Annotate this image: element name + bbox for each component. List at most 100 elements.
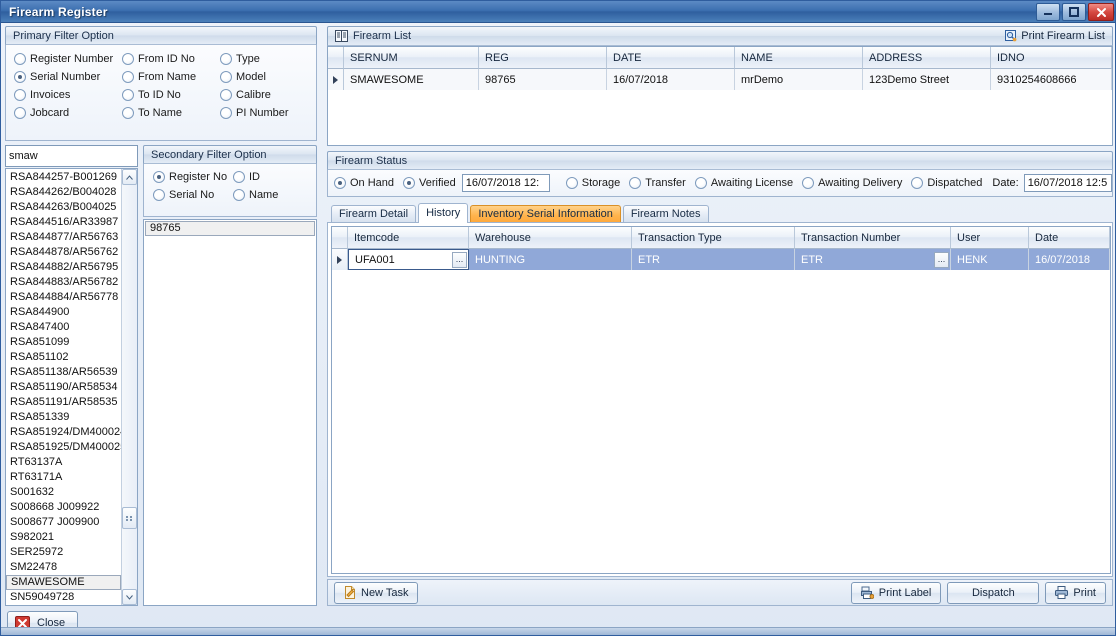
- primary-option-from-id-no[interactable]: From ID No: [122, 53, 220, 65]
- status-option-verified[interactable]: Verified: [403, 177, 456, 189]
- status-option-dispatched[interactable]: Dispatched: [911, 177, 982, 189]
- cell-name[interactable]: mrDemo: [735, 69, 863, 90]
- cell-idno[interactable]: 9310254608666: [991, 69, 1112, 90]
- list-item[interactable]: SM22478: [6, 560, 121, 575]
- column-header-warehouse[interactable]: Warehouse: [469, 227, 632, 249]
- list-item[interactable]: RSA844877/AR56763: [6, 230, 121, 245]
- tab-firearm-detail[interactable]: Firearm Detail: [331, 205, 417, 223]
- itemcode-ellipsis-button[interactable]: ...: [452, 251, 467, 268]
- firearm-list-grid[interactable]: SERNUM REG DATE NAME ADDRESS IDNO SMAWES…: [327, 46, 1113, 146]
- print-button[interactable]: Print: [1045, 581, 1106, 604]
- column-header-idno[interactable]: IDNO: [991, 47, 1112, 69]
- column-header-transaction-type[interactable]: Transaction Type: [632, 227, 795, 249]
- primary-option-from-name[interactable]: From Name: [122, 71, 220, 83]
- list-item[interactable]: RT63171A: [6, 470, 121, 485]
- verified-date-input[interactable]: [461, 174, 550, 192]
- primary-option-invoices[interactable]: Invoices: [14, 89, 122, 101]
- search-input[interactable]: [5, 145, 138, 167]
- cell-user[interactable]: HENK: [951, 249, 1029, 270]
- primary-option-serial-number[interactable]: Serial Number: [14, 71, 122, 83]
- status-option-awaiting-delivery[interactable]: Awaiting Delivery: [802, 177, 902, 189]
- secondary-option-register-no[interactable]: Register No: [153, 171, 233, 183]
- column-header-date[interactable]: Date: [1029, 227, 1110, 249]
- table-row[interactable]: UFA001 ... HUNTING ETR ETR ... HENK 16/0…: [332, 249, 1110, 270]
- secondary-results-list[interactable]: 98765: [143, 219, 317, 606]
- list-item[interactable]: RT63137A: [6, 455, 121, 470]
- list-item[interactable]: RSA844516/AR33987: [6, 215, 121, 230]
- column-header-sernum[interactable]: SERNUM: [344, 47, 479, 69]
- column-header-address[interactable]: ADDRESS: [863, 47, 991, 69]
- tab-firearm-notes[interactable]: Firearm Notes: [622, 205, 709, 223]
- dispatch-button[interactable]: Dispatch: [947, 581, 1040, 604]
- print-firearm-list-button[interactable]: Print Firearm List: [1005, 30, 1105, 42]
- list-item[interactable]: S982021: [6, 530, 121, 545]
- minimize-button[interactable]: [1036, 3, 1060, 21]
- list-item[interactable]: RSA844882/AR56795: [6, 260, 121, 275]
- cell-reg[interactable]: 98765: [479, 69, 607, 90]
- dispatch-date-input[interactable]: [1023, 174, 1112, 192]
- list-item[interactable]: RSA851925/DM400025: [6, 440, 121, 455]
- secondary-list-item-selected[interactable]: 98765: [145, 221, 315, 236]
- search-results-list[interactable]: RSA844257-B001269 RSA844262/B004028 RSA8…: [5, 168, 138, 606]
- primary-option-model[interactable]: Model: [220, 71, 320, 83]
- column-header-name[interactable]: NAME: [735, 47, 863, 69]
- table-row[interactable]: SMAWESOME 98765 16/07/2018 mrDemo 123Dem…: [328, 69, 1112, 90]
- column-header-itemcode[interactable]: Itemcode: [348, 227, 469, 249]
- list-item[interactable]: S008668 J009922: [6, 500, 121, 515]
- list-item[interactable]: S008677 J009900: [6, 515, 121, 530]
- list-item[interactable]: RSA844900: [6, 305, 121, 320]
- cell-transaction-type[interactable]: ETR: [632, 249, 795, 270]
- secondary-option-name[interactable]: Name: [233, 189, 313, 201]
- column-header-user[interactable]: User: [951, 227, 1029, 249]
- primary-option-to-id-no[interactable]: To ID No: [122, 89, 220, 101]
- cell-sernum[interactable]: SMAWESOME: [344, 69, 479, 90]
- list-item[interactable]: RSA844878/AR56762: [6, 245, 121, 260]
- scroll-thumb[interactable]: [122, 507, 137, 529]
- list-item[interactable]: SER25972: [6, 545, 121, 560]
- primary-option-jobcard[interactable]: Jobcard: [14, 107, 122, 119]
- secondary-option-id[interactable]: ID: [233, 171, 313, 183]
- primary-option-calibre[interactable]: Calibre: [220, 89, 320, 101]
- list-item[interactable]: S001632: [6, 485, 121, 500]
- results-scrollbar[interactable]: [121, 169, 137, 605]
- scroll-down-button[interactable]: [122, 589, 137, 605]
- print-label-button[interactable]: Print Label: [850, 581, 942, 604]
- list-item[interactable]: RSA851924/DM400024: [6, 425, 121, 440]
- list-item[interactable]: RSA844883/AR56782: [6, 275, 121, 290]
- list-item[interactable]: RSA851102: [6, 350, 121, 365]
- list-item[interactable]: RSA844263/B004025: [6, 200, 121, 215]
- primary-option-register-number[interactable]: Register Number: [14, 53, 122, 65]
- list-item-selected[interactable]: SMAWESOME: [6, 575, 121, 590]
- cell-date[interactable]: 16/07/2018: [1029, 249, 1110, 270]
- status-option-awaiting-license[interactable]: Awaiting License: [694, 177, 793, 189]
- tab-history[interactable]: History: [418, 203, 469, 223]
- column-header-transaction-number[interactable]: Transaction Number: [795, 227, 951, 249]
- list-item[interactable]: RSA844884/AR56778: [6, 290, 121, 305]
- history-grid[interactable]: Itemcode Warehouse Transaction Type Tran…: [331, 226, 1111, 574]
- list-item[interactable]: RSA851191/AR58535: [6, 395, 121, 410]
- primary-option-pi-number[interactable]: PI Number: [220, 107, 320, 119]
- maximize-button[interactable]: [1062, 3, 1086, 21]
- status-option-on-hand[interactable]: On Hand: [334, 177, 394, 189]
- cell-address[interactable]: 123Demo Street: [863, 69, 991, 90]
- list-item[interactable]: RSA851099: [6, 335, 121, 350]
- column-header-date[interactable]: DATE: [607, 47, 735, 69]
- list-item[interactable]: RSA847400: [6, 320, 121, 335]
- list-item[interactable]: RSA851138/AR56539: [6, 365, 121, 380]
- new-task-button[interactable]: New Task: [334, 581, 419, 604]
- cell-warehouse[interactable]: HUNTING: [469, 249, 632, 270]
- list-item[interactable]: RSA844262/B004028: [6, 185, 121, 200]
- cell-itemcode[interactable]: UFA001 ...: [348, 249, 469, 270]
- status-option-transfer[interactable]: Transfer: [629, 177, 686, 189]
- list-item[interactable]: RSA851339: [6, 410, 121, 425]
- transaction-number-ellipsis-button[interactable]: ...: [934, 251, 949, 268]
- secondary-option-serial-no[interactable]: Serial No: [153, 189, 233, 201]
- list-item[interactable]: RSA851190/AR58534: [6, 380, 121, 395]
- list-item[interactable]: SN59049728: [6, 590, 121, 605]
- tab-inventory-serial-information[interactable]: Inventory Serial Information: [470, 205, 621, 223]
- column-header-reg[interactable]: REG: [479, 47, 607, 69]
- cell-transaction-number[interactable]: ETR ...: [795, 249, 951, 270]
- status-option-storage[interactable]: Storage: [565, 177, 620, 189]
- primary-option-to-name[interactable]: To Name: [122, 107, 220, 119]
- primary-option-type[interactable]: Type: [220, 53, 320, 65]
